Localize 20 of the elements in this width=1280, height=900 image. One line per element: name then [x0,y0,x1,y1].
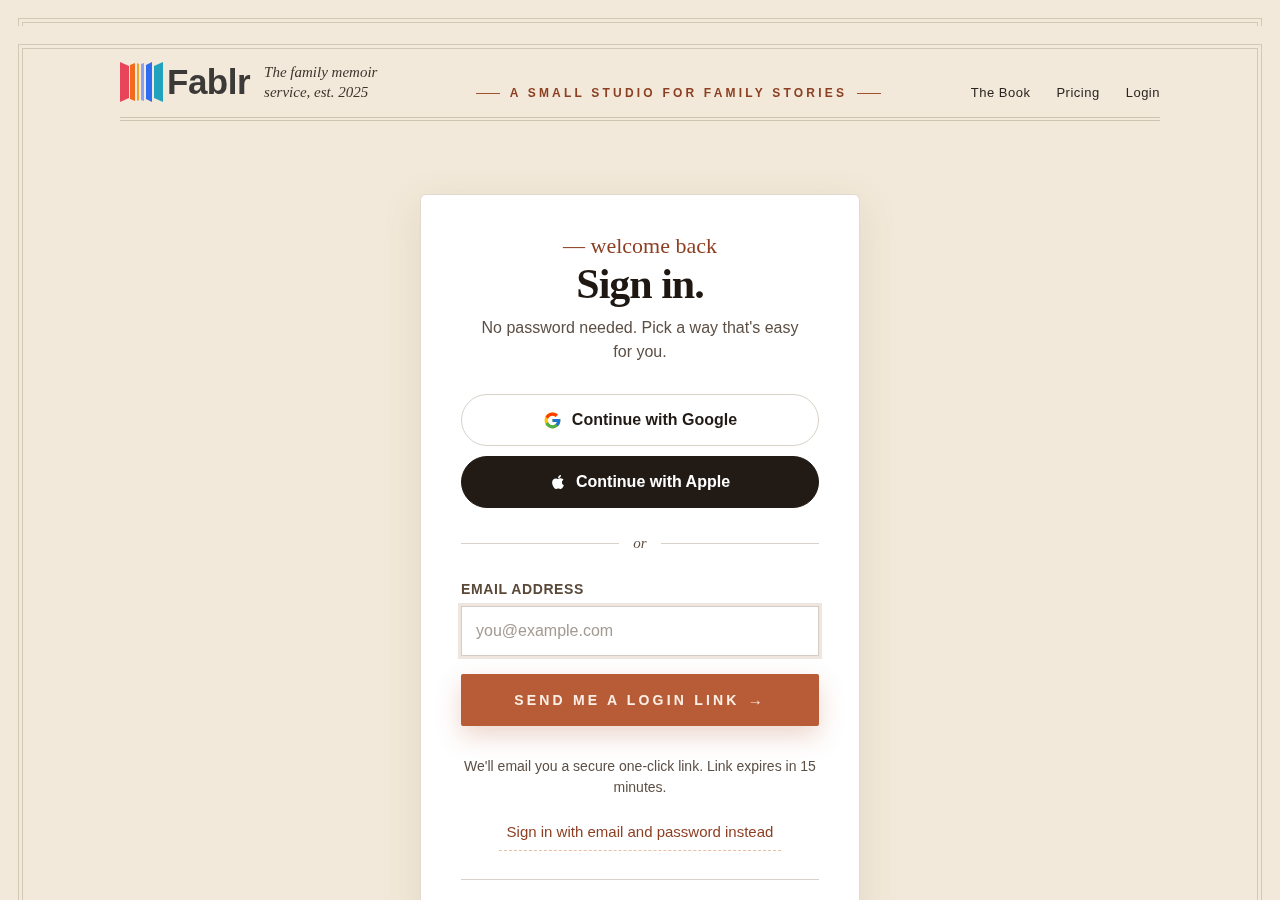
subtitle: No password needed. Pick a way that's easy for you. [480,318,800,362]
google-sign-in-button[interactable]: Continue with Google [461,394,819,446]
striped-book-logo-icon [120,62,163,102]
apple-sign-in-button[interactable]: Continue with Apple [461,456,819,508]
apple-icon [549,474,566,490]
password-sign-in-link[interactable]: Sign in with email and password instead [498,821,782,851]
sign-in-title: Sign in. [576,262,704,306]
nav-link[interactable]: Pricing [1056,84,1100,102]
send-login-link-button[interactable]: SEND ME A LOGIN LINK → [461,674,819,726]
welcome-eyebrow: — welcome back [563,232,717,260]
nav-link[interactable]: Login [1125,84,1160,102]
logo-wordmark: Fablr [167,62,251,102]
tagline: The family memoir service, est. 2025 [264,63,379,102]
link-expiry-note: We'll email you a secure one-click link. Link expires in 15 minutes. [463,757,817,797]
email-label: EMAIL ADDRESS [461,580,584,599]
or-divider-text: or [633,534,647,553]
nav-link[interactable]: The Book [970,84,1031,102]
google-g-icon [542,410,562,430]
email-input[interactable]: you@example.com [461,606,819,656]
studio-motto: A SMALL STUDIO FOR FAMILY STORIES [509,85,848,102]
